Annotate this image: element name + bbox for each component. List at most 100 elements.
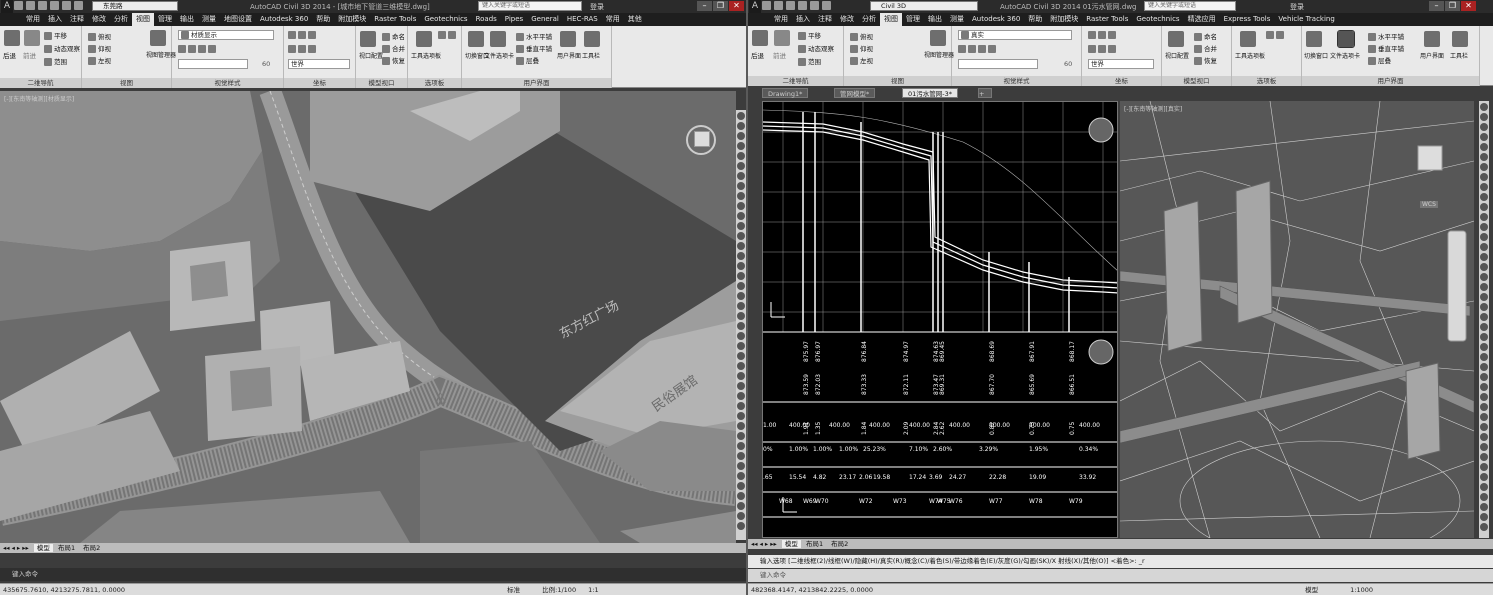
- tool-icon[interactable]: [737, 272, 745, 280]
- tool-icon[interactable]: [737, 282, 745, 290]
- back-icon[interactable]: [752, 30, 768, 46]
- tool-icon[interactable]: [1480, 363, 1488, 371]
- visual-tools[interactable]: [958, 45, 998, 53]
- ribbon-tab[interactable]: 管理: [902, 13, 924, 26]
- doc-tab-network[interactable]: 管网模型*: [834, 88, 876, 98]
- tab-nav-arrows[interactable]: ◂◂ ◂ ▸ ▸▸: [748, 540, 780, 548]
- ribbon-tab[interactable]: 修改: [88, 13, 110, 26]
- tool-icon[interactable]: [737, 332, 745, 340]
- filter-select[interactable]: [958, 59, 1038, 69]
- toolbars-button[interactable]: 工具栏: [582, 51, 600, 60]
- ribbon-tab[interactable]: 测量: [946, 13, 968, 26]
- open-icon[interactable]: [774, 1, 783, 10]
- ucs-select[interactable]: 世界: [288, 59, 350, 69]
- ribbon-tab[interactable]: Vehicle Tracking: [1274, 13, 1338, 26]
- tab-layout2[interactable]: 布局2: [80, 544, 103, 552]
- tool-icon[interactable]: [1480, 193, 1488, 201]
- tool-icon[interactable]: [1480, 303, 1488, 311]
- back-button[interactable]: 后退: [3, 50, 16, 60]
- status-annotation-scale[interactable]: 1:1000: [1350, 586, 1373, 594]
- tool-icon[interactable]: [737, 212, 745, 220]
- ribbon-tab[interactable]: Pipes: [501, 13, 527, 26]
- tool-icon[interactable]: [1480, 493, 1488, 501]
- ribbon-tab[interactable]: Autodesk 360: [968, 13, 1024, 26]
- ribbon-tab[interactable]: 输出: [176, 13, 198, 26]
- ribbon-tab[interactable]: 常用: [602, 13, 624, 26]
- tool-icon[interactable]: [737, 242, 745, 250]
- ucs-select[interactable]: 世界: [1088, 59, 1154, 69]
- toolbars-icon[interactable]: [1452, 31, 1468, 47]
- close-button[interactable]: ✕: [1461, 1, 1476, 11]
- tool-icon[interactable]: [737, 482, 745, 490]
- view-left[interactable]: 左视: [850, 55, 873, 65]
- close-button[interactable]: ✕: [729, 1, 744, 11]
- user-interface-button[interactable]: 用户界面: [557, 51, 581, 60]
- ribbon-tab[interactable]: 输出: [924, 13, 946, 26]
- forward-icon[interactable]: [774, 30, 790, 46]
- tool-icon[interactable]: [737, 432, 745, 440]
- forward-icon[interactable]: [24, 30, 40, 46]
- tool-icon[interactable]: [1480, 343, 1488, 351]
- view-bottom[interactable]: 仰视: [850, 43, 873, 53]
- tool-icon[interactable]: [737, 492, 745, 500]
- command-input[interactable]: 键入命令: [760, 571, 786, 579]
- tool-palette-button[interactable]: 工具选项板: [1235, 51, 1265, 60]
- tile-v-button[interactable]: 垂直平铺: [516, 43, 552, 53]
- ribbon-tab[interactable]: 帮助: [1024, 13, 1046, 26]
- tool-icon[interactable]: [1480, 243, 1488, 251]
- tool-icon[interactable]: [737, 522, 745, 530]
- tile-v-button[interactable]: 垂直平铺: [1368, 43, 1404, 53]
- ribbon-tab[interactable]: Express Tools: [1220, 13, 1275, 26]
- join-vp-button[interactable]: 合并: [382, 43, 405, 53]
- filter-select[interactable]: [178, 59, 248, 69]
- tool-icon[interactable]: [1480, 293, 1488, 301]
- tool-icon[interactable]: [1480, 263, 1488, 271]
- tool-icon[interactable]: [1480, 503, 1488, 511]
- orbit-button[interactable]: 动态观察: [798, 43, 834, 53]
- named-vp-button[interactable]: 命名: [1194, 31, 1217, 41]
- tool-icon[interactable]: [1480, 143, 1488, 151]
- tool-icon[interactable]: [737, 302, 745, 310]
- tool-icon[interactable]: [1480, 133, 1488, 141]
- tool-icon[interactable]: [1480, 103, 1488, 111]
- visual-style-select[interactable]: 材质显示: [178, 30, 274, 40]
- new-icon[interactable]: [762, 1, 771, 10]
- doc-tab-sewer[interactable]: 01污水管网-3*: [902, 88, 959, 98]
- ribbon-tab[interactable]: General: [527, 13, 563, 26]
- back-icon[interactable]: [4, 30, 20, 46]
- named-vp-button[interactable]: 命名: [382, 31, 405, 41]
- user-interface-icon[interactable]: [1424, 31, 1440, 47]
- doc-tab-drawing1[interactable]: Drawing1*: [762, 88, 809, 98]
- tool-icon[interactable]: [737, 442, 745, 450]
- tool-icon[interactable]: [1480, 273, 1488, 281]
- ribbon-tab[interactable]: 附加模块: [334, 13, 370, 26]
- file-tabs-button[interactable]: 文件选项卡: [1330, 51, 1360, 60]
- join-vp-button[interactable]: 合并: [1194, 43, 1217, 53]
- user-interface-button[interactable]: 用户界面: [1420, 51, 1444, 60]
- ribbon-tab[interactable]: Geotechnics: [420, 13, 471, 26]
- tool-icon[interactable]: [1480, 283, 1488, 291]
- tab-layout1[interactable]: 布局1: [803, 540, 826, 548]
- ribbon-tab[interactable]: 帮助: [312, 13, 334, 26]
- tool-icon[interactable]: [737, 252, 745, 260]
- command-input[interactable]: 键入命令: [12, 570, 38, 578]
- profile-viewport[interactable]: 875.97 876.97 876.84 874.97 874.63 869.45 868.…: [762, 101, 1118, 538]
- tool-icon[interactable]: [1480, 213, 1488, 221]
- tool-icon[interactable]: [1480, 513, 1488, 521]
- tool-palette-button[interactable]: 工具选项板: [411, 51, 441, 60]
- tool-icon[interactable]: [1480, 113, 1488, 121]
- forward-button[interactable]: 前进: [23, 50, 36, 60]
- tool-icon[interactable]: [1480, 123, 1488, 131]
- workspace-dropdown[interactable]: 东莞路: [92, 1, 178, 11]
- ribbon-tab[interactable]: 常用: [22, 13, 44, 26]
- cascade-button[interactable]: 层叠: [1368, 55, 1391, 65]
- toolbars-button[interactable]: 工具栏: [1450, 51, 1468, 60]
- tool-icon[interactable]: [737, 352, 745, 360]
- app-menu-button[interactable]: A: [749, 0, 761, 13]
- search-input[interactable]: 键入关键字或短语: [478, 1, 582, 11]
- ribbon-tab[interactable]: 其他: [624, 13, 646, 26]
- tool-icon[interactable]: [1480, 163, 1488, 171]
- pan-button[interactable]: 平移: [798, 30, 821, 40]
- tool-icon[interactable]: [1480, 403, 1488, 411]
- tab-model[interactable]: 模型: [33, 544, 53, 552]
